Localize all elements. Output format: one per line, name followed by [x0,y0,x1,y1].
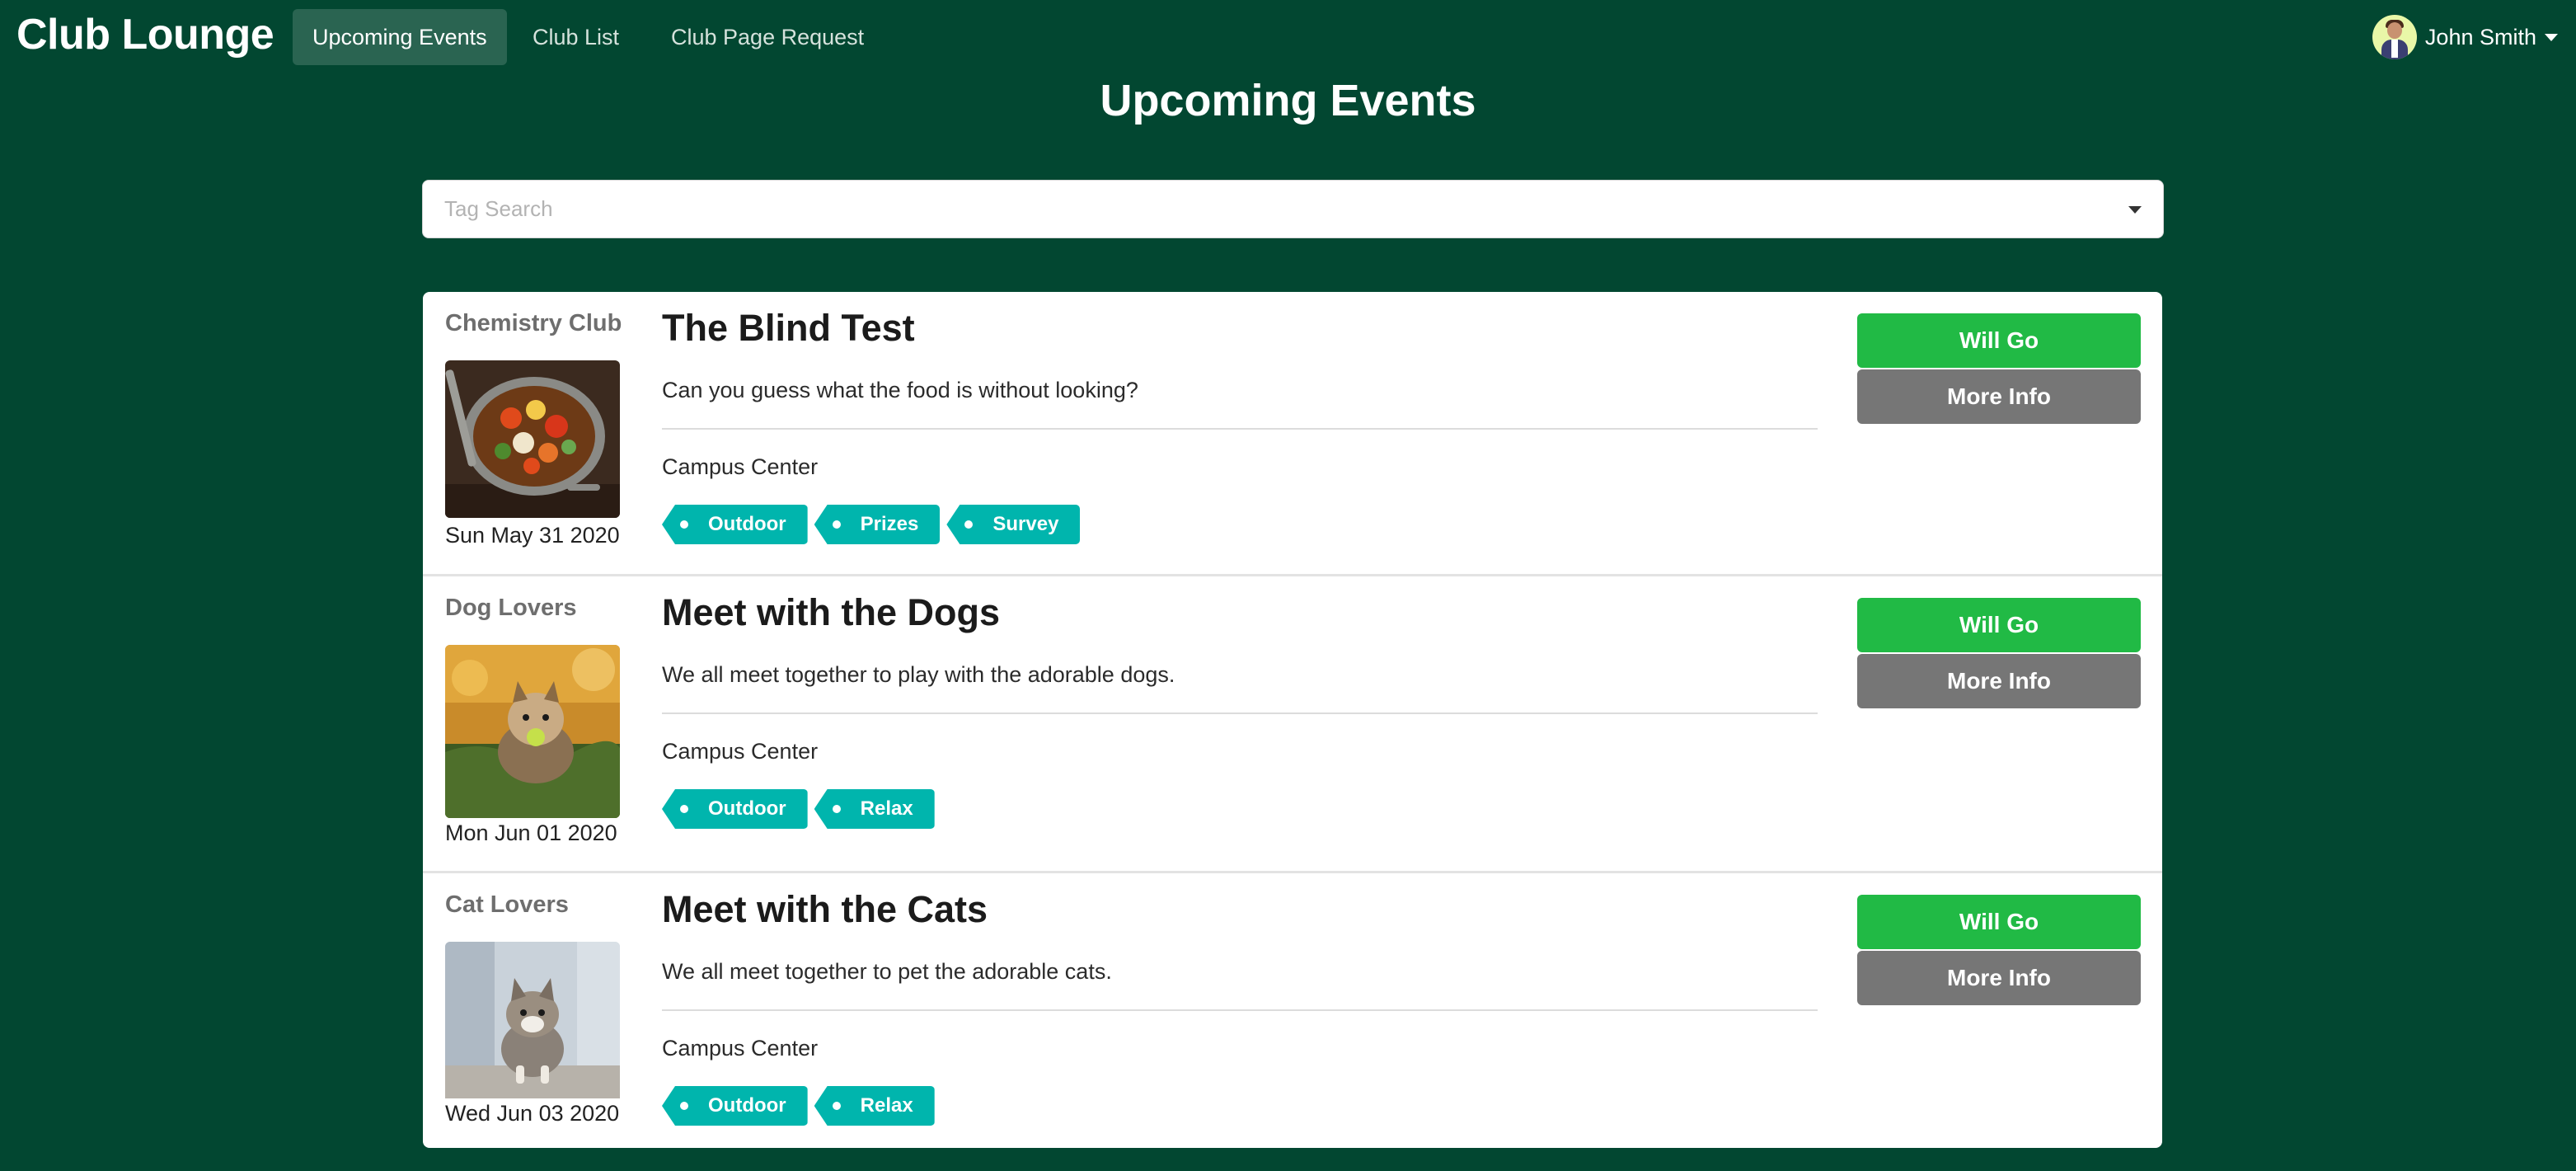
event-location: Campus Center [662,739,819,764]
dog-with-ball-image [445,645,620,818]
more-info-button[interactable]: More Info [1857,369,2141,424]
divider [662,712,1818,714]
club-name: Cat Lovers [445,891,569,918]
event-description: Can you guess what the food is without l… [662,378,1138,402]
nav-club-list[interactable]: Club List [513,9,639,65]
event-title[interactable]: Meet with the Dogs [662,591,1000,634]
user-menu[interactable]: John Smith [2372,15,2558,59]
chevron-down-icon [2545,33,2558,41]
brand-logo[interactable]: Club Lounge [16,5,274,64]
tag-list: Outdoor Relax [662,1086,941,1127]
club-name: Dog Lovers [445,595,577,621]
kitten-image [445,942,620,1115]
event-location: Campus Center [662,1036,819,1060]
more-info-button[interactable]: More Info [1857,951,2141,1005]
event-card: Dog Lovers Mon Jun 01 2020 Meet with the… [423,576,2162,873]
event-title[interactable]: Meet with the Cats [662,888,988,931]
page-title: Upcoming Events [1100,76,1476,125]
event-list: Chemistry Club Sun May 31 2020 The Blind… [423,292,2162,1148]
event-location: Campus Center [662,454,819,479]
will-go-button[interactable]: Will Go [1857,313,2141,368]
tag-list: Outdoor Prizes Survey [662,505,1086,546]
food-pot-image [445,360,620,518]
event-card: Chemistry Club Sun May 31 2020 The Blind… [423,292,2162,576]
tag-outdoor[interactable]: Outdoor [662,789,808,829]
user-avatar-icon [2372,15,2417,59]
event-card: Cat Lovers Wed Jun 03 2020 Meet with the… [423,873,2162,1148]
event-date: Mon Jun 01 2020 [445,821,617,845]
tag-outdoor[interactable]: Outdoor [662,1086,808,1126]
event-description: We all meet together to pet the adorable… [662,959,1112,984]
will-go-button[interactable]: Will Go [1857,895,2141,949]
event-date: Wed Jun 03 2020 [445,1101,620,1126]
nav-upcoming-events[interactable]: Upcoming Events [293,9,507,65]
tag-survey[interactable]: Survey [946,505,1081,544]
event-title[interactable]: The Blind Test [662,307,915,350]
tag-list: Outdoor Relax [662,789,941,830]
nav-club-page-request[interactable]: Club Page Request [651,9,884,65]
tag-relax[interactable]: Relax [814,789,935,829]
tag-search-input[interactable] [444,181,2076,237]
tag-search-dropdown[interactable] [422,180,2164,238]
user-name: John Smith [2424,24,2536,49]
divider [662,1009,1818,1011]
event-description: We all meet together to play with the ad… [662,662,1175,687]
will-go-button[interactable]: Will Go [1857,598,2141,652]
top-navbar: Club Lounge Upcoming Events Club List Cl… [0,0,2576,73]
event-date: Sun May 31 2020 [445,523,620,548]
divider [662,428,1818,430]
dropdown-caret-icon[interactable] [2128,206,2142,214]
more-info-button[interactable]: More Info [1857,654,2141,708]
tag-relax[interactable]: Relax [814,1086,935,1126]
club-name: Chemistry Club [445,310,622,336]
tag-outdoor[interactable]: Outdoor [662,505,808,544]
tag-prizes[interactable]: Prizes [814,505,941,544]
